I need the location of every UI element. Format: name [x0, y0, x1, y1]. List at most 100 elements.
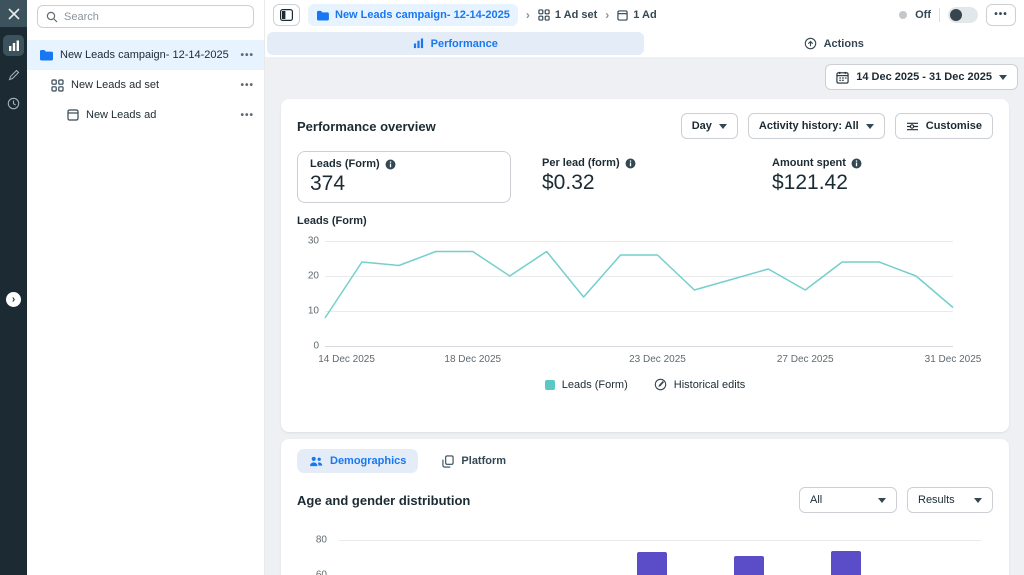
breadcrumb-campaign[interactable]: New Leads campaign- 12-14-2025: [308, 4, 518, 26]
customise-button[interactable]: Customise: [895, 113, 993, 139]
tab-platform[interactable]: Platform: [430, 449, 518, 473]
chevron-down-icon: [974, 498, 982, 503]
status-dot: [899, 11, 907, 19]
tree-item-label: New Leads ad: [86, 109, 156, 121]
ad-frame-icon: [67, 109, 79, 121]
y-tick-label: 10: [308, 306, 319, 317]
chevron-down-icon: [878, 498, 886, 503]
breakdown-select[interactable]: All: [799, 487, 897, 513]
day-granularity-dropdown[interactable]: Day: [681, 113, 738, 139]
history-clock-icon[interactable]: [3, 93, 24, 114]
line-chart-y-axis: 3020100: [297, 235, 325, 348]
info-icon[interactable]: [851, 158, 862, 169]
tree-item-menu-icon[interactable]: •••: [240, 110, 254, 121]
tree-item-campaign[interactable]: New Leads campaign- 12-14-2025 •••: [27, 40, 264, 70]
info-icon[interactable]: [385, 159, 396, 170]
metric-value: $0.32: [542, 171, 748, 195]
breadcrumb-adset[interactable]: 1 Ad set: [538, 9, 597, 21]
tab-actions[interactable]: Actions: [646, 32, 1023, 55]
age-gender-bar: [734, 556, 764, 575]
legend-leads-form: Leads (Form): [545, 379, 628, 391]
main-area: New Leads campaign- 12-14-2025 › 1 Ad se…: [265, 0, 1024, 575]
day-granularity-label: Day: [692, 120, 712, 132]
search-box[interactable]: [37, 5, 254, 28]
y-tick-label: 30: [308, 236, 319, 247]
breakdown-select-value: All: [810, 494, 822, 506]
chevron-down-icon: [719, 124, 727, 129]
breakdown-tabs: Demographics Platform: [297, 449, 993, 473]
tree-item-menu-icon[interactable]: •••: [240, 50, 254, 61]
tree-item-ad[interactable]: New Leads ad •••: [27, 100, 264, 130]
tree-item-label: New Leads ad set: [71, 79, 159, 91]
info-icon[interactable]: [625, 158, 636, 169]
metric-cards: Leads (Form) 374 Per lead (form): [297, 151, 993, 203]
y-tick-label: 60: [297, 570, 327, 575]
customise-label: Customise: [926, 120, 982, 132]
metric-leads-form[interactable]: Leads (Form) 374: [297, 151, 511, 203]
status-label: Off: [915, 9, 931, 21]
layers-copy-icon: [442, 455, 454, 468]
breadcrumb-adset-label: 1 Ad set: [555, 9, 597, 21]
metric-amount-spent[interactable]: Amount spent $121.42: [760, 151, 990, 203]
collapse-panel-button[interactable]: [273, 4, 300, 26]
chevron-down-icon: [866, 124, 874, 129]
campaign-tree-panel: New Leads campaign- 12-14-2025 ••• New L…: [27, 0, 265, 575]
search-input[interactable]: [64, 11, 245, 23]
ads-manager-app: › New Leads campaign- 12-14-2025 ••• New…: [0, 0, 1024, 575]
metric-label-row: Amount spent: [772, 157, 978, 169]
metric-select[interactable]: Results: [907, 487, 993, 513]
y-tick-label: 0: [313, 341, 319, 352]
close-icon[interactable]: [0, 0, 27, 27]
pencil-circle-icon: [654, 378, 667, 391]
tab-performance[interactable]: Performance: [267, 32, 644, 55]
search-icon: [46, 11, 58, 23]
breadcrumb-bar: New Leads campaign- 12-14-2025 › 1 Ad se…: [265, 0, 1024, 30]
x-tick-label: 27 Dec 2025: [777, 354, 834, 365]
activity-history-dropdown[interactable]: Activity history: All: [748, 113, 885, 139]
x-tick-label: 14 Dec 2025: [318, 354, 375, 365]
demographics-card-header: Age and gender distribution All Results: [297, 487, 993, 513]
metric-label: Per lead (form): [542, 157, 620, 169]
delivery-status-group: Off •••: [899, 4, 1016, 26]
tree-item-label: New Leads campaign- 12-14-2025: [60, 49, 229, 61]
x-tick-label: 18 Dec 2025: [444, 354, 501, 365]
metric-per-lead[interactable]: Per lead (form) $0.32: [530, 151, 760, 203]
sliders-icon: [906, 121, 919, 132]
edit-pencil-icon[interactable]: [3, 64, 24, 85]
expand-rail-icon[interactable]: ›: [6, 292, 21, 307]
actions-cursor-icon: [804, 37, 817, 50]
content-scroll-area[interactable]: 14 Dec 2025 - 31 Dec 2025 Performance ov…: [265, 57, 1024, 575]
tree-item-adset[interactable]: New Leads ad set •••: [27, 70, 264, 100]
tab-demographics-label: Demographics: [330, 455, 406, 467]
chart-controls: Day Activity history: All Customise: [681, 113, 993, 139]
line-chart-title: Leads (Form): [297, 215, 993, 227]
performance-overview-card: Performance overview Day Activity histor…: [281, 99, 1009, 432]
demographics-card: Demographics Platform Age and gender dis…: [281, 439, 1009, 575]
breadcrumb-ad[interactable]: 1 Ad: [617, 9, 656, 21]
folder-icon: [316, 10, 329, 21]
x-tick-label: 31 Dec 2025: [925, 354, 982, 365]
divider: [939, 8, 940, 22]
metric-label: Leads (Form): [310, 158, 380, 170]
tree-item-menu-icon[interactable]: •••: [240, 80, 254, 91]
metric-value: 374: [310, 172, 498, 196]
date-range-label: 14 Dec 2025 - 31 Dec 2025: [856, 71, 992, 83]
legend-swatch: [545, 380, 555, 390]
metric-select-value: Results: [918, 494, 955, 506]
breadcrumb-campaign-label: New Leads campaign- 12-14-2025: [335, 9, 510, 21]
insights-chart-icon[interactable]: [3, 35, 24, 56]
more-options-button[interactable]: •••: [986, 4, 1016, 26]
age-gender-bar-chart: 8060: [297, 519, 993, 575]
tab-performance-label: Performance: [431, 38, 498, 50]
chart-legend: Leads (Form) Historical edits: [297, 378, 993, 391]
adset-grid-icon: [51, 79, 64, 92]
breadcrumb-ad-label: 1 Ad: [633, 9, 656, 21]
tab-actions-label: Actions: [824, 38, 864, 50]
delivery-toggle[interactable]: [948, 7, 978, 23]
chevron-down-icon: [999, 75, 1007, 80]
date-range-button[interactable]: 14 Dec 2025 - 31 Dec 2025: [825, 64, 1018, 90]
tab-demographics[interactable]: Demographics: [297, 449, 418, 473]
performance-card-title: Performance overview: [297, 119, 436, 134]
breadcrumb-separator: ›: [526, 8, 530, 22]
age-gender-bar: [831, 551, 861, 575]
